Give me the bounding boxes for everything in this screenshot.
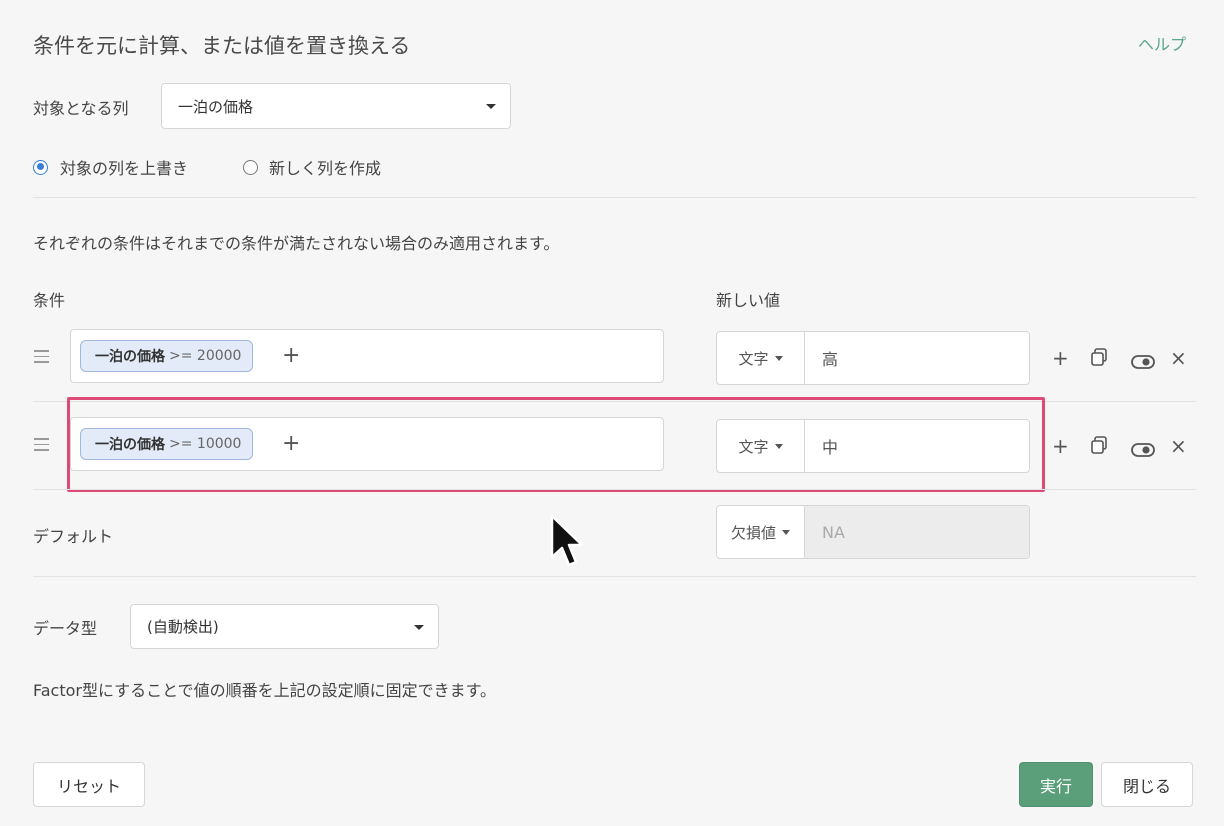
- eye-icon[interactable]: [1131, 438, 1155, 462]
- run-button[interactable]: 実行: [1019, 762, 1093, 807]
- factor-note: Factor型にすることで値の順番を上記の設定順に固定できます。: [33, 681, 497, 700]
- caret-down-icon: [774, 443, 783, 449]
- condition-chip[interactable]: 一泊の価格 >= 20000: [80, 340, 254, 372]
- data-type-value: (自動検出): [147, 618, 219, 636]
- divider: [33, 489, 1196, 490]
- close-button[interactable]: 閉じる: [1101, 762, 1193, 807]
- caret-down-icon: [414, 624, 424, 630]
- data-type-select[interactable]: (自動検出): [130, 604, 439, 649]
- new-value-box: 文字 高: [716, 331, 1030, 385]
- reset-button[interactable]: リセット: [33, 762, 145, 807]
- value-type-dropdown[interactable]: 文字: [717, 332, 805, 384]
- radio-overwrite-label: 対象の列を上書き: [60, 159, 189, 178]
- value-type-label: 文字: [738, 349, 769, 368]
- divider: [33, 401, 1196, 402]
- default-type-dropdown[interactable]: 欠損値: [717, 506, 805, 558]
- condition-column: 一泊の価格: [95, 437, 165, 453]
- divider: [33, 576, 1196, 577]
- drag-handle-icon[interactable]: [34, 438, 49, 455]
- help-link[interactable]: ヘルプ: [1138, 31, 1186, 55]
- default-value-box: 欠損値 NA: [716, 505, 1030, 559]
- drag-handle-icon[interactable]: [34, 350, 49, 367]
- radio-new-column-icon[interactable]: [243, 159, 258, 175]
- divider: [33, 197, 1196, 198]
- default-type-label: 欠損値: [730, 523, 776, 542]
- new-value-box: 文字 中: [716, 419, 1030, 473]
- add-condition-plus-icon[interactable]: +: [282, 343, 300, 368]
- close-icon[interactable]: ×: [1170, 346, 1187, 370]
- radio-overwrite[interactable]: 対象の列を上書き: [33, 155, 188, 179]
- condition-chip[interactable]: 一泊の価格 >= 10000: [80, 428, 254, 460]
- radio-new-column-label: 新しく列を作成: [269, 159, 382, 178]
- condition-header: 条件: [33, 291, 66, 310]
- mouse-cursor-icon: [548, 513, 588, 579]
- dialog-title: 条件を元に計算、または値を置き換える: [33, 34, 411, 58]
- condition-expression: >= 10000: [169, 436, 242, 452]
- eye-icon[interactable]: [1131, 350, 1155, 374]
- radio-overwrite-icon[interactable]: [33, 159, 48, 175]
- caret-down-icon: [774, 355, 783, 361]
- default-value-input: NA: [805, 506, 1029, 558]
- copy-icon[interactable]: [1089, 435, 1109, 460]
- add-condition-plus-icon[interactable]: +: [282, 431, 300, 456]
- condition-column: 一泊の価格: [95, 349, 165, 365]
- new-value-input[interactable]: 中: [805, 420, 838, 472]
- value-type-label: 文字: [738, 437, 769, 456]
- plus-icon[interactable]: +: [1052, 346, 1069, 370]
- plus-icon[interactable]: +: [1052, 434, 1069, 458]
- copy-icon[interactable]: [1089, 347, 1109, 372]
- close-icon[interactable]: ×: [1170, 434, 1187, 458]
- target-column-label: 対象となる列: [33, 99, 129, 118]
- caret-down-icon: [486, 104, 496, 109]
- target-column-select[interactable]: 一泊の価格: [161, 83, 511, 129]
- radio-new-column[interactable]: 新しく列を作成: [243, 155, 381, 179]
- target-column-value: 一泊の価格: [178, 97, 254, 116]
- new-value-header: 新しい値: [716, 291, 781, 310]
- info-text: それぞれの条件はそれまでの条件が満たされない場合のみ適用されます。: [33, 234, 560, 253]
- default-label: デフォルト: [33, 527, 114, 546]
- data-type-label: データ型: [33, 619, 98, 638]
- caret-down-icon: [782, 529, 790, 535]
- value-type-dropdown[interactable]: 文字: [717, 420, 805, 472]
- condition-expression: >= 20000: [169, 348, 242, 364]
- new-value-input[interactable]: 高: [805, 332, 838, 384]
